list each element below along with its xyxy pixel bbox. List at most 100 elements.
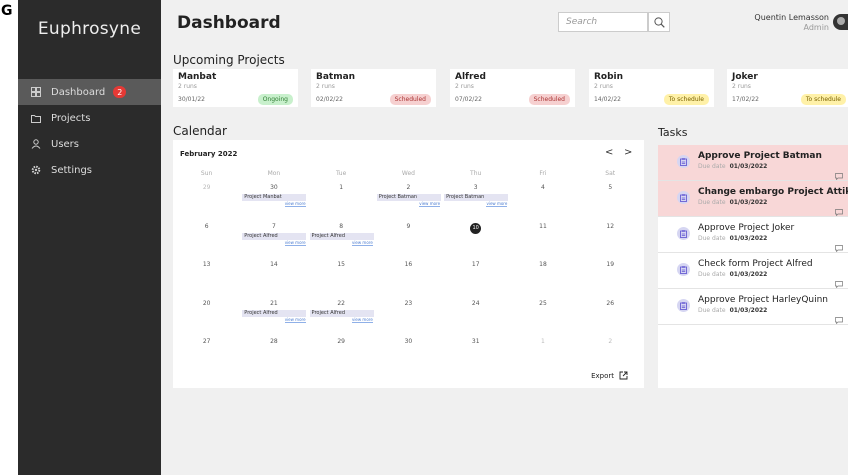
calendar-event[interactable]: Project Batman [444,194,509,201]
calendar-day[interactable]: 6 [173,219,240,258]
calendar-day[interactable]: 24 [442,296,509,335]
project-card-joker[interactable]: Joker 2 runs 17/02/22 To schedule [727,69,848,107]
calendar-day[interactable]: 1 [308,180,375,219]
calendar-event[interactable]: Project Alfred [242,232,307,240]
task-item[interactable]: Change embargo Project Attika Due date 01… [658,181,848,217]
sidebar-item-projects[interactable]: Projects [18,105,161,131]
calendar-day[interactable]: 2 [577,334,644,373]
task-item[interactable]: Check form Project Alfred Due date 01/03/… [658,253,848,289]
external-link-icon [619,371,628,380]
project-date: 17/02/22 [732,96,759,103]
view-more-link[interactable]: view more [284,201,306,207]
project-card-manbat[interactable]: Manbat 2 runs 30/01/22 Ongoing [173,69,298,107]
due-label: Due date [698,235,726,242]
calendar-event[interactable]: Project Manbat [242,194,307,201]
project-card-alfred[interactable]: Alfred 2 runs 07/02/22 Scheduled [450,69,575,107]
calendar-day[interactable]: 7 Project Alfred view more [240,219,307,258]
dashboard-icon [31,87,41,97]
header: Dashboard Search Quentin Lemasson Admin [161,0,848,40]
day-number: 12 [606,222,615,230]
task-item[interactable]: Approve Project HarleyQuinn Due date 01/0… [658,289,848,325]
clipboard-icon [677,155,690,168]
task-item[interactable]: Approve Project Joker Due date 01/03/2022 [658,217,848,253]
calendar-day[interactable]: 10 [442,219,509,258]
calendar-day[interactable]: 29 [173,180,240,219]
calendar-day[interactable]: 9 [375,219,442,258]
calendar-day[interactable]: 12 [577,219,644,258]
view-more-link[interactable]: view more [419,201,441,207]
calendar-day[interactable]: 31 [442,334,509,373]
calendar-day[interactable]: 13 [173,257,240,296]
status-badge: To schedule [800,94,846,105]
calendar-day[interactable]: 23 [375,296,442,335]
calendar-day[interactable]: 18 [509,257,576,296]
due-date: 01/03/2022 [729,199,768,206]
calendar-day[interactable]: 25 [509,296,576,335]
task-title: Change embargo Project Attika [698,187,848,197]
calendar-day[interactable]: 28 [240,334,307,373]
project-name: Batman [316,72,356,82]
calendar-day[interactable]: 4 [509,180,576,219]
search-button[interactable] [648,12,670,32]
calendar-week: 20 21 Project Alfred view more 22 Project Alf… [173,296,644,335]
weekday: Fri [539,170,547,177]
calendar-day[interactable]: 27 [173,334,240,373]
calendar-day[interactable]: 3 Project Batman view more [442,180,509,219]
calendar-week: 27 28 29 30 31 1 2 [173,334,644,373]
calendar-title: Calendar [173,124,227,138]
day-number: 2 [406,184,411,191]
view-more-link[interactable]: view more [351,240,373,246]
task-list: Approve Project Batman Due date 01/03/202… [658,145,848,325]
project-card-robin[interactable]: Robin 2 runs 14/02/22 To schedule [589,69,714,107]
calendar-prev-button[interactable]: < [605,147,613,158]
project-card-batman[interactable]: Batman 2 runs 02/02/22 Scheduled [311,69,436,107]
sidebar-item-settings[interactable]: Settings [18,157,161,183]
weekday: Wed [401,170,415,177]
calendar-event[interactable]: Project Alfred [242,309,307,317]
user-info[interactable]: Quentin Lemasson Admin [754,13,829,33]
sidebar-item-users[interactable]: Users [18,131,161,157]
calendar-day[interactable]: 21 Project Alfred view more [240,296,307,335]
calendar-day[interactable]: 29 [308,334,375,373]
calendar-day[interactable]: 22 Project Alfred view more [308,296,375,335]
view-more-link[interactable]: view more [351,317,373,323]
calendar-day[interactable]: 15 [308,257,375,296]
due-label: Due date [698,271,726,278]
view-more-link[interactable]: view more [486,201,508,207]
calendar-event[interactable]: Project Alfred [309,232,374,240]
calendar-next-button[interactable]: > [624,147,632,158]
calendar-day[interactable]: 1 [509,334,576,373]
calendar-event[interactable]: Project Alfred [309,309,374,317]
calendar-day[interactable]: 17 [442,257,509,296]
calendar-day[interactable]: 8 Project Alfred view more [308,219,375,258]
calendar-day[interactable]: 16 [375,257,442,296]
task-title: Approve Project HarleyQuinn [698,295,829,305]
calendar-day[interactable]: 5 [577,180,644,219]
project-runs: 2 runs [732,83,751,90]
day-number: 16 [404,261,413,268]
calendar-day[interactable]: 19 [577,257,644,296]
sidebar-item-dashboard[interactable]: Dashboard 2 [18,79,161,105]
calendar-day[interactable]: 30 Project Manbat view more [240,180,307,219]
today-marker: 10 [470,222,482,234]
calendar-day[interactable]: 11 [509,219,576,258]
export-button[interactable]: Export [591,371,628,380]
comment-icon[interactable] [835,309,843,328]
calendar-day[interactable]: 30 [375,334,442,373]
calendar-day[interactable]: 26 [577,296,644,335]
calendar-day[interactable]: 2 Project Batman view more [375,180,442,219]
search-input[interactable]: Search [558,12,648,32]
task-item[interactable]: Approve Project Batman Due date 01/03/202… [658,145,848,181]
task-due: Due date 01/03/2022 [698,235,848,242]
calendar-event[interactable]: Project Batman [376,194,441,201]
view-more-link[interactable]: view more [284,240,306,246]
calendar-day[interactable]: 20 [173,296,240,335]
folder-icon [31,113,41,123]
calendar-day[interactable]: 14 [240,257,307,296]
avatar[interactable] [833,14,848,30]
view-more-link[interactable]: view more [284,317,306,323]
calendar-weeks: 29 30 Project Manbat view more 1 2 Project Bat… [173,180,644,373]
day-number: 24 [471,299,480,307]
day-number: 4 [541,184,545,191]
due-label: Due date [698,163,726,170]
